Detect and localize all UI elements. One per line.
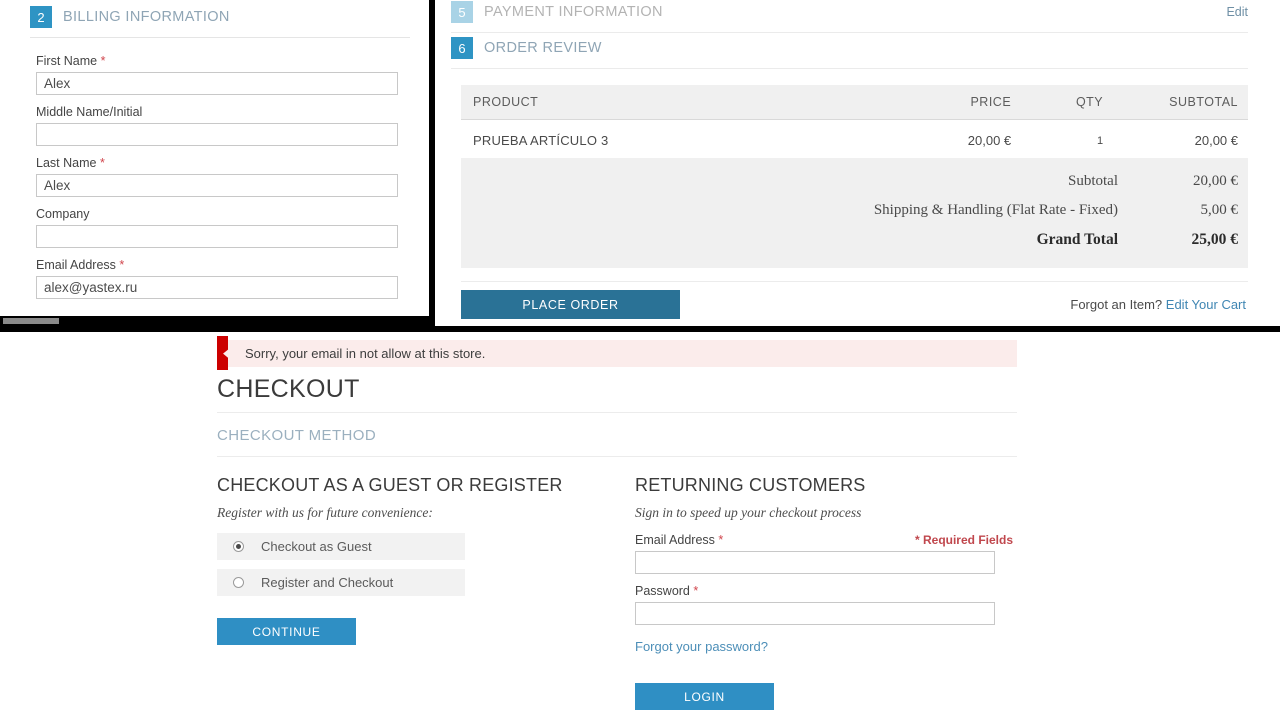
middle-name-input[interactable] xyxy=(36,123,398,146)
radio-label-checkout-as-guest: Checkout as Guest xyxy=(261,539,372,554)
grand-total-value: 25,00 € xyxy=(1191,231,1239,248)
radio-register-and-checkout[interactable]: Register and Checkout xyxy=(217,569,465,596)
first-name-label: First Name * xyxy=(36,54,106,68)
column-header-price: PRICE xyxy=(891,85,1022,120)
guest-column-title: CHECKOUT AS A GUEST OR REGISTER xyxy=(217,475,563,495)
required-asterisk: * xyxy=(100,54,106,68)
error-message-text: Sorry, your email in not allow at this s… xyxy=(245,346,486,361)
billing-information-panel: 2 BILLING INFORMATION First Name * Middl… xyxy=(0,0,429,326)
forgot-password-link[interactable]: Forgot your password? xyxy=(635,639,768,654)
payment-information-header[interactable]: 5 PAYMENT INFORMATION Edit xyxy=(451,1,1248,33)
cell-qty: 1 xyxy=(1021,119,1112,162)
step-badge-6: 6 xyxy=(451,37,473,59)
payment-section-title: PAYMENT INFORMATION xyxy=(484,4,663,20)
panel-divider xyxy=(429,0,435,328)
edit-your-cart-link[interactable]: Edit Your Cart xyxy=(1166,297,1246,312)
guest-column-subtitle: Register with us for future convenience: xyxy=(217,505,433,520)
email-address-input[interactable] xyxy=(36,276,398,299)
required-asterisk: * xyxy=(99,156,105,170)
email-address-label: Email Address * xyxy=(36,258,125,272)
cell-price: 20,00 € xyxy=(891,119,1022,162)
field-company: Company xyxy=(36,207,406,248)
checkout-method-heading: CHECKOUT METHOD xyxy=(217,427,1017,457)
returning-customers-column: RETURNING CUSTOMERS Sign in to speed up … xyxy=(635,475,1015,710)
last-name-label: Last Name * xyxy=(36,156,105,170)
edit-payment-link[interactable]: Edit xyxy=(1226,5,1248,19)
billing-section-title: BILLING INFORMATION xyxy=(63,9,230,25)
required-asterisk: * xyxy=(119,258,125,272)
last-name-input[interactable] xyxy=(36,174,398,197)
shipping-label: Shipping & Handling (Flat Rate - Fixed) xyxy=(873,202,1118,218)
radio-label-register-and-checkout: Register and Checkout xyxy=(261,575,394,590)
company-input[interactable] xyxy=(36,225,398,248)
radio-checkout-as-guest[interactable]: Checkout as Guest xyxy=(217,533,465,560)
forgot-item-label: Forgot an Item? xyxy=(1070,297,1163,312)
column-header-qty: QTY xyxy=(1021,85,1112,120)
stitched-screenshot-strip: 2 BILLING INFORMATION First Name * Middl… xyxy=(0,0,1280,332)
step-badge-2: 2 xyxy=(30,6,52,28)
checkout-method-page: Sorry, your email in not allow at this s… xyxy=(0,332,1280,720)
table-header-row: PRODUCT PRICE QTY SUBTOTAL xyxy=(461,85,1248,120)
shipping-value: 5,00 € xyxy=(1200,202,1239,218)
totals-row-grand-total: Grand Total 25,00 € xyxy=(461,225,1248,255)
continue-button[interactable]: CONTINUE xyxy=(217,618,356,645)
login-password-input[interactable] xyxy=(635,602,995,625)
error-banner: Sorry, your email in not allow at this s… xyxy=(217,336,1017,370)
horizontal-scrollbar[interactable] xyxy=(0,316,429,326)
order-totals: Subtotal 20,00 € Shipping & Handling (Fl… xyxy=(461,158,1248,268)
table-row: PRUEBA ARTÍCULO 3 20,00 € 1 20,00 € xyxy=(461,119,1248,162)
middle-name-label: Middle Name/Initial xyxy=(36,105,143,119)
billing-information-header[interactable]: 2 BILLING INFORMATION xyxy=(30,6,410,38)
field-first-name: First Name * xyxy=(36,54,406,95)
cell-product-name: PRUEBA ARTÍCULO 3 xyxy=(461,119,892,162)
totals-row-subtotal: Subtotal 20,00 € xyxy=(461,167,1248,196)
required-asterisk: * xyxy=(693,584,699,598)
radio-dot-icon[interactable] xyxy=(233,541,244,552)
company-label: Company xyxy=(36,207,90,221)
required-fields-note: * Required Fields xyxy=(914,533,1013,547)
returning-column-title: RETURNING CUSTOMERS xyxy=(635,475,866,495)
column-header-product: PRODUCT xyxy=(461,85,892,120)
field-middle-name: Middle Name/Initial xyxy=(36,105,406,146)
order-review-panel: 5 PAYMENT INFORMATION Edit 6 ORDER REVIE… xyxy=(435,0,1280,326)
field-email-address: Email Address * xyxy=(36,258,406,299)
order-actions-row: PLACE ORDER Forgot an Item? Edit Your Ca… xyxy=(461,281,1248,319)
column-header-subtotal: SUBTOTAL xyxy=(1111,85,1248,120)
first-name-input[interactable] xyxy=(36,72,398,95)
page-title: CHECKOUT xyxy=(217,375,1017,413)
step-badge-5: 5 xyxy=(451,1,473,23)
radio-dot-icon[interactable] xyxy=(233,577,244,588)
login-button[interactable]: LOGIN xyxy=(635,683,774,710)
order-items-table: PRODUCT PRICE QTY SUBTOTAL PRUEBA ARTÍCU… xyxy=(461,85,1248,162)
totals-row-shipping: Shipping & Handling (Flat Rate - Fixed) … xyxy=(461,196,1248,225)
login-email-input[interactable] xyxy=(635,551,995,574)
scrollbar-thumb[interactable] xyxy=(3,318,59,324)
order-review-header[interactable]: 6 ORDER REVIEW xyxy=(451,37,1248,69)
forgot-an-item-text: Forgot an Item? Edit Your Cart xyxy=(1070,297,1248,312)
required-asterisk: * xyxy=(718,533,724,547)
subtotal-value: 20,00 € xyxy=(1193,173,1238,189)
place-order-button[interactable]: PLACE ORDER xyxy=(461,290,680,319)
billing-form: First Name * Middle Name/Initial Last Na… xyxy=(36,54,406,309)
order-review-section-title: ORDER REVIEW xyxy=(484,40,602,56)
cell-subtotal: 20,00 € xyxy=(1111,119,1248,162)
login-password-label: Password * xyxy=(635,584,699,598)
returning-column-subtitle: Sign in to speed up your checkout proces… xyxy=(635,505,862,520)
field-last-name: Last Name * xyxy=(36,156,406,197)
grand-total-label: Grand Total xyxy=(1036,231,1118,248)
guest-checkout-column: CHECKOUT AS A GUEST OR REGISTER Register… xyxy=(217,475,597,645)
field-login-password: Password * xyxy=(635,584,1015,625)
subtotal-label: Subtotal xyxy=(1067,173,1118,189)
